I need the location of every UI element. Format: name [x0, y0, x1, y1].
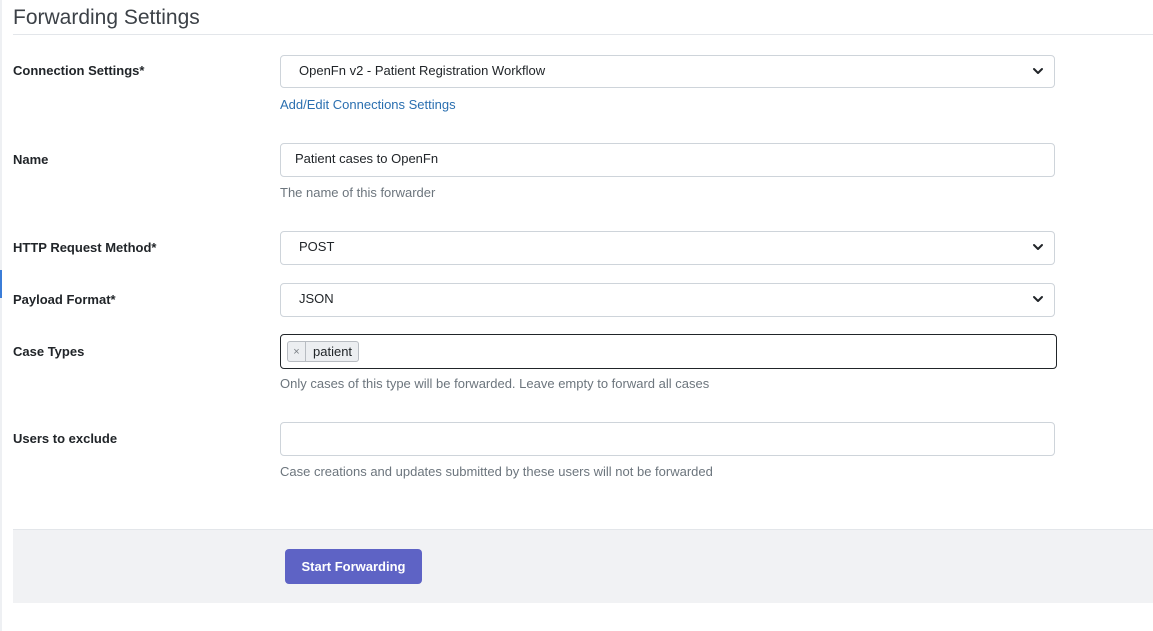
form-actions-bar: Start Forwarding — [13, 529, 1153, 603]
name-input[interactable]: Patient cases to OpenFn — [280, 143, 1055, 177]
http-method-label: HTTP Request Method* — [13, 240, 157, 255]
case-types-multiselect[interactable]: × patient — [280, 334, 1057, 369]
http-method-select[interactable]: POST — [280, 231, 1055, 265]
chevron-down-icon — [1032, 65, 1044, 77]
name-help-text: The name of this forwarder — [280, 185, 436, 200]
connection-settings-label: Connection Settings* — [13, 63, 145, 78]
close-icon[interactable]: × — [288, 342, 306, 361]
add-edit-connections-link[interactable]: Add/Edit Connections Settings — [280, 97, 456, 112]
connection-settings-select[interactable]: OpenFn v2 - Patient Registration Workflo… — [280, 55, 1055, 88]
scroll-marker — [0, 270, 2, 298]
title-divider — [13, 34, 1153, 35]
page-title: Forwarding Settings — [13, 6, 200, 29]
chevron-down-icon — [1032, 241, 1044, 253]
case-types-help-text: Only cases of this type will be forwarde… — [280, 376, 710, 391]
payload-format-select[interactable]: JSON — [280, 283, 1055, 317]
users-exclude-help-text: Case creations and updates submitted by … — [280, 464, 713, 479]
chevron-down-icon — [1032, 293, 1044, 305]
connection-settings-value: OpenFn v2 - Patient Registration Workflo… — [299, 63, 546, 78]
payload-format-value: JSON — [299, 291, 334, 306]
name-label: Name — [13, 152, 49, 167]
case-types-label: Case Types — [13, 344, 85, 359]
users-exclude-input[interactable] — [280, 422, 1055, 456]
name-input-value: Patient cases to OpenFn — [295, 151, 439, 166]
start-forwarding-button[interactable]: Start Forwarding — [285, 549, 422, 584]
users-exclude-label: Users to exclude — [13, 431, 118, 446]
left-edge — [0, 0, 2, 631]
case-type-tag: × patient — [287, 341, 360, 362]
case-type-tag-label: patient — [313, 344, 353, 359]
http-method-value: POST — [299, 239, 335, 254]
payload-format-label: Payload Format* — [13, 292, 116, 307]
